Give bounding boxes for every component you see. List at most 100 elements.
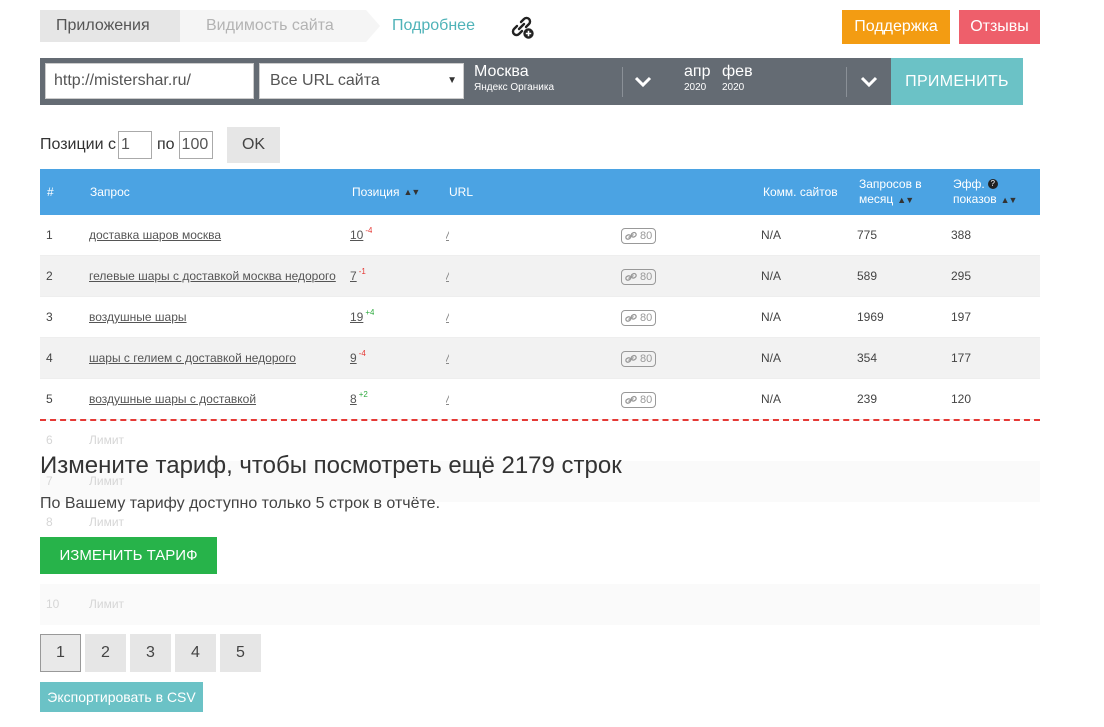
positions-to-input[interactable]: 100 <box>178 131 213 159</box>
link-add-icon[interactable] <box>508 13 536 41</box>
row-url-cell: / <box>446 297 449 338</box>
col-num: # <box>47 185 54 199</box>
export-csv-button[interactable]: Экспортировать в CSV <box>40 682 203 712</box>
table-row: 5 воздушные шары с доставкой 8 +2 / 80 N/A 239 1… <box>40 379 1040 420</box>
chevron-down-icon[interactable] <box>632 70 654 92</box>
page-button[interactable]: 4 <box>175 634 216 672</box>
position-delta: +4 <box>365 308 375 317</box>
row-requests: 354 <box>857 351 878 365</box>
positions-to-label: по <box>156 136 175 153</box>
page-button[interactable]: 3 <box>130 634 171 672</box>
links-badge[interactable]: 80 <box>621 309 657 326</box>
col-position-label: Позиция <box>352 185 400 199</box>
row-eff: 197 <box>951 310 972 324</box>
links-badge[interactable]: 80 <box>621 227 657 244</box>
links-badge[interactable]: 80 <box>621 350 657 367</box>
row-eff: 295 <box>951 269 972 283</box>
month-to[interactable]: фев 2020 <box>722 62 753 94</box>
month-to-label: фев <box>722 63 753 80</box>
help-icon[interactable]: ? <box>987 179 998 190</box>
page-button[interactable]: 2 <box>85 634 126 672</box>
url-link[interactable]: / <box>446 228 449 242</box>
page-button-active[interactable]: 1 <box>40 634 81 672</box>
more-link[interactable]: Подробнее <box>392 10 475 42</box>
position-link[interactable]: 10 <box>350 228 363 242</box>
links-badge[interactable]: 80 <box>621 268 657 285</box>
query-link[interactable]: доставка шаров москва <box>89 228 221 242</box>
url-scope-select[interactable]: Все URL сайта ▼ <box>259 63 464 99</box>
links-count: 80 <box>640 393 653 406</box>
row-competitors: N/A <box>761 269 782 283</box>
reviews-button[interactable]: Отзывы <box>959 10 1040 44</box>
apply-button[interactable]: ПРИМЕНИТЬ <box>891 58 1023 105</box>
month-from-label: апр <box>684 63 711 80</box>
query-link[interactable]: воздушные шары с доставкой <box>89 392 256 406</box>
locked-row: 10 Лимит <box>40 584 1040 625</box>
row-url-cell: / <box>446 256 449 297</box>
row-num: 1 <box>46 228 53 242</box>
position-link[interactable]: 9 <box>350 351 357 365</box>
url-scope-value: Все URL сайта <box>270 72 380 89</box>
links-count: 80 <box>640 270 653 283</box>
links-count: 80 <box>640 311 653 324</box>
region-select[interactable]: Москва Яндекс Органика <box>474 62 554 94</box>
query-link[interactable]: шары с гелием с доставкой недорого <box>89 351 296 365</box>
positions-from-input[interactable]: 1 <box>117 131 152 159</box>
row-competitors: N/A <box>761 310 782 324</box>
upsell-title: Измените тариф, чтобы посмотреть ещё 217… <box>40 452 622 479</box>
col-eff-line1: Эфф. <box>953 176 985 191</box>
position-link[interactable]: 8 <box>350 392 357 406</box>
url-link[interactable]: / <box>446 351 449 365</box>
select-caret-icon: ▼ <box>447 75 457 86</box>
url-link[interactable]: / <box>446 392 449 406</box>
row-requests: 1969 <box>857 310 884 324</box>
breadcrumb-apps[interactable]: Приложения <box>40 10 194 42</box>
col-position[interactable]: Позиция ▲▼ <box>352 169 420 215</box>
col-eff[interactable]: Эфф.? показов ▲▼ <box>953 169 1018 215</box>
url-link[interactable]: / <box>446 310 449 324</box>
row-position-cell: 7 -1 <box>350 256 366 297</box>
position-delta: -1 <box>358 267 366 276</box>
chevron-down-icon[interactable] <box>858 70 880 92</box>
support-button[interactable]: Поддержка <box>842 10 950 44</box>
row-links-cell: 80 <box>621 338 657 379</box>
filter-bar: http://mistershar.ru/ Все URL сайта ▼ Мо… <box>40 58 892 105</box>
row-url-cell: / <box>446 338 449 379</box>
row-query-cell: шары с гелием с доставкой недорого <box>89 338 343 379</box>
links-badge[interactable]: 80 <box>621 391 657 408</box>
position-link[interactable]: 19 <box>350 310 363 324</box>
sort-icon[interactable]: ▲▼ <box>897 193 914 208</box>
col-requests-line1: Запросов в <box>859 176 922 191</box>
row-position-cell: 10 -4 <box>350 215 372 256</box>
col-requests[interactable]: Запросов в месяц ▲▼ <box>859 169 922 215</box>
page-button[interactable]: 5 <box>220 634 261 672</box>
row-links-cell: 80 <box>621 297 657 338</box>
sort-icon[interactable]: ▲▼ <box>403 187 420 197</box>
query-link[interactable]: воздушные шары <box>89 310 187 324</box>
url-link[interactable]: / <box>446 269 449 283</box>
position-delta: -4 <box>358 349 366 358</box>
position-link[interactable]: 7 <box>350 269 357 283</box>
upsell-text: По Вашему тарифу доступно только 5 строк… <box>40 495 441 512</box>
ok-button[interactable]: OK <box>227 127 280 163</box>
breadcrumb: Приложения Видимость сайта Подробнее <box>40 10 534 42</box>
row-competitors: N/A <box>761 351 782 365</box>
row-competitors: N/A <box>761 392 782 406</box>
links-count: 80 <box>640 229 653 242</box>
row-query-cell: доставка шаров москва <box>89 215 343 256</box>
month-from[interactable]: апр 2020 <box>684 62 710 94</box>
region-engine: Яндекс Органика <box>474 82 554 93</box>
sort-icon[interactable]: ▲▼ <box>1001 193 1018 208</box>
change-tariff-button[interactable]: ИЗМЕНИТЬ ТАРИФ <box>40 537 217 574</box>
row-eff: 388 <box>951 228 972 242</box>
site-input[interactable]: http://mistershar.ru/ <box>45 63 254 99</box>
row-query-cell: гелевые шары с доставкой москва недорого <box>89 256 343 297</box>
row-num: 4 <box>46 351 53 365</box>
link-icon <box>625 231 637 240</box>
query-link[interactable]: гелевые шары с доставкой москва недорого <box>89 269 336 283</box>
position-delta: +2 <box>358 390 368 399</box>
row-num: 2 <box>46 269 53 283</box>
row-requests: 775 <box>857 228 878 242</box>
row-eff: 120 <box>951 392 972 406</box>
region-city: Москва <box>474 63 529 80</box>
